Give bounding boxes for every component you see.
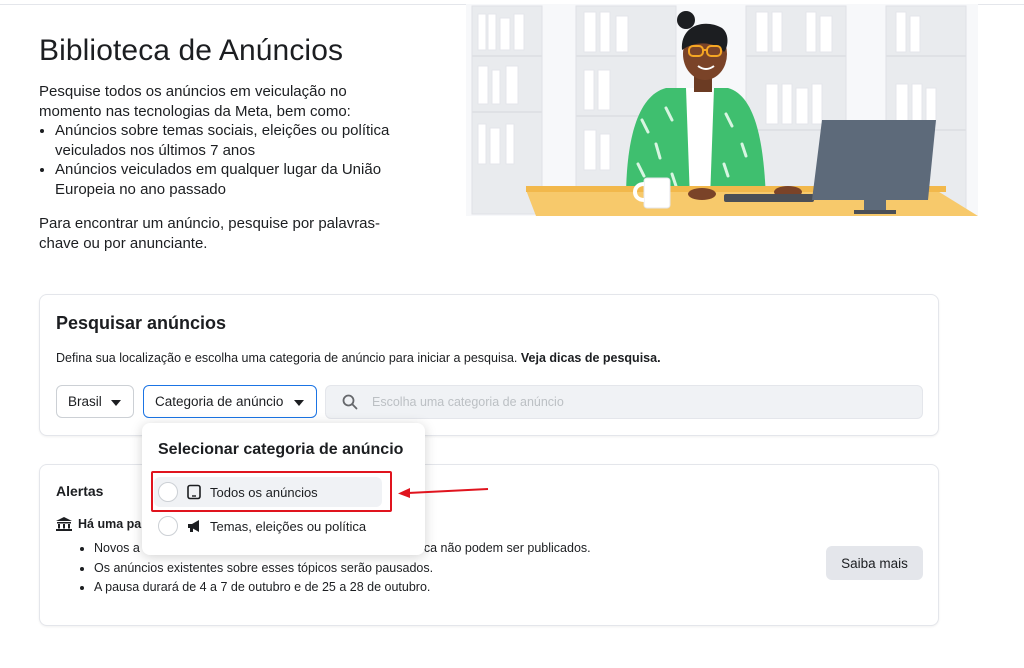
country-label: Brasil	[68, 394, 102, 409]
search-tips-link[interactable]: Veja dicas de pesquisa.	[521, 351, 661, 365]
alert-bullet-text-end: ca não podem ser publicados.	[423, 541, 591, 555]
intro-text: Pesquise todos os anúncios em veiculação…	[39, 83, 351, 120]
search-field[interactable]	[325, 385, 923, 419]
alerts-title: Alertas	[56, 483, 104, 499]
arrow-icon	[398, 488, 489, 498]
learn-more-button[interactable]: Saiba mais	[826, 546, 923, 580]
caret-down-icon	[111, 400, 121, 406]
category-select[interactable]: Categoria de anúncio	[143, 385, 317, 418]
alert-bullet: A pausa durará de 4 a 7 de outubro e de …	[94, 578, 591, 598]
search-card: Pesquisar anúncios Defina sua localizaçã…	[39, 294, 939, 436]
radio-button[interactable]	[158, 516, 178, 536]
highlight-box	[151, 471, 392, 512]
bank-icon	[56, 517, 72, 531]
megaphone-icon	[188, 520, 199, 532]
alert-headline-text: Há uma pa	[78, 517, 142, 531]
option-label: Temas, eleições ou política	[210, 518, 367, 534]
intro-bullet: Anúncios veiculados em qualquer lugar da…	[55, 160, 415, 199]
category-label: Categoria de anúncio	[155, 394, 284, 409]
alert-bullet-text: Novos a	[94, 541, 140, 555]
intro-bullet: Anúncios sobre temas sociais, eleições o…	[55, 121, 415, 160]
alert-bullet: Os anúncios existentes sobre esses tópic…	[94, 559, 591, 579]
outro-text: Para encontrar um anúncio, pesquise por …	[39, 215, 381, 252]
search-description: Defina sua localização e escolha uma cat…	[56, 351, 661, 365]
search-input[interactable]	[372, 386, 912, 418]
intro-list: Anúncios sobre temas sociais, eleições o…	[39, 121, 415, 199]
search-icon	[342, 394, 358, 410]
option-social-issues[interactable]: Temas, eleições ou política	[154, 511, 382, 541]
country-select[interactable]: Brasil	[56, 385, 134, 418]
dropdown-title: Selecionar categoria de anúncio	[158, 441, 404, 458]
search-title: Pesquisar anúncios	[56, 313, 227, 333]
alert-headline: Há uma pa	[56, 517, 141, 531]
search-description-text: Defina sua localização e escolha uma cat…	[56, 351, 518, 365]
caret-down-icon	[294, 400, 304, 406]
hero-illustration	[466, 4, 978, 216]
page-title: Biblioteca de Anúncios	[39, 34, 344, 67]
